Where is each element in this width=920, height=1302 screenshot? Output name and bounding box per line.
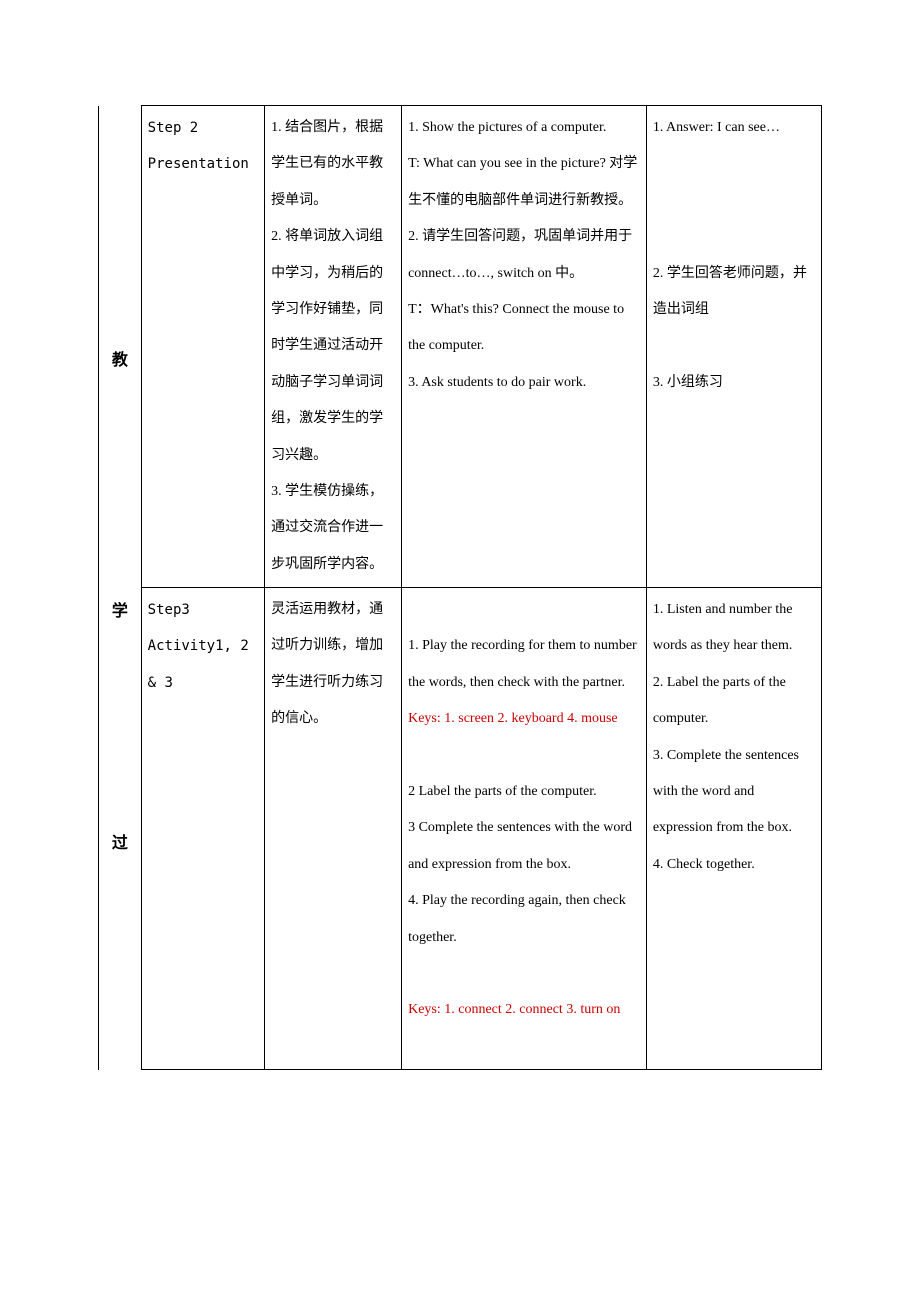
side-title-char: 学 [112,591,128,633]
student-cell: 1. Listen and number the words as they h… [646,588,821,1070]
intent-cell: 灵活运用教材，通过听力训练，增加学生进行听力练习的信心。 [265,588,402,1070]
side-title-cell: 教 学 过 [99,106,142,1070]
intent-cell: 1. 结合图片，根据学生已有的水平教授单词。 2. 将单词放入词组中学习，为稍后… [265,106,402,588]
step-cell: Step 2 Presentation [141,106,264,588]
teacher-keys-text: Keys: 1. screen 2. keyboard 4. mouse [408,701,640,737]
teacher-cell: 1. Show the pictures of a computer. T: W… [402,106,647,588]
teacher-keys-text: Keys: 1. connect 2. connect 3. turn on [408,992,640,1028]
teacher-cell: 1. Play the recording for them to number… [402,588,647,1070]
table-row: Step3 Activity1, 2 & 3 灵活运用教材，通过听力训练，增加学… [99,588,822,1070]
student-cell: 1. Answer: I can see… 2. 学生回答老师问题，并造出词组 … [646,106,821,588]
side-title-char: 过 [112,823,128,865]
lesson-plan-table: 教 学 过 Step 2 Presentation 1. 结合图片，根据学生已有… [98,105,822,1070]
table-row: 教 学 过 Step 2 Presentation 1. 结合图片，根据学生已有… [99,106,822,588]
step-cell: Step3 Activity1, 2 & 3 [141,588,264,1070]
side-title-char: 教 [112,340,128,382]
teacher-text: 2 Label the parts of the computer. 3 Com… [408,774,640,956]
teacher-text: 1. Play the recording for them to number… [408,638,637,689]
